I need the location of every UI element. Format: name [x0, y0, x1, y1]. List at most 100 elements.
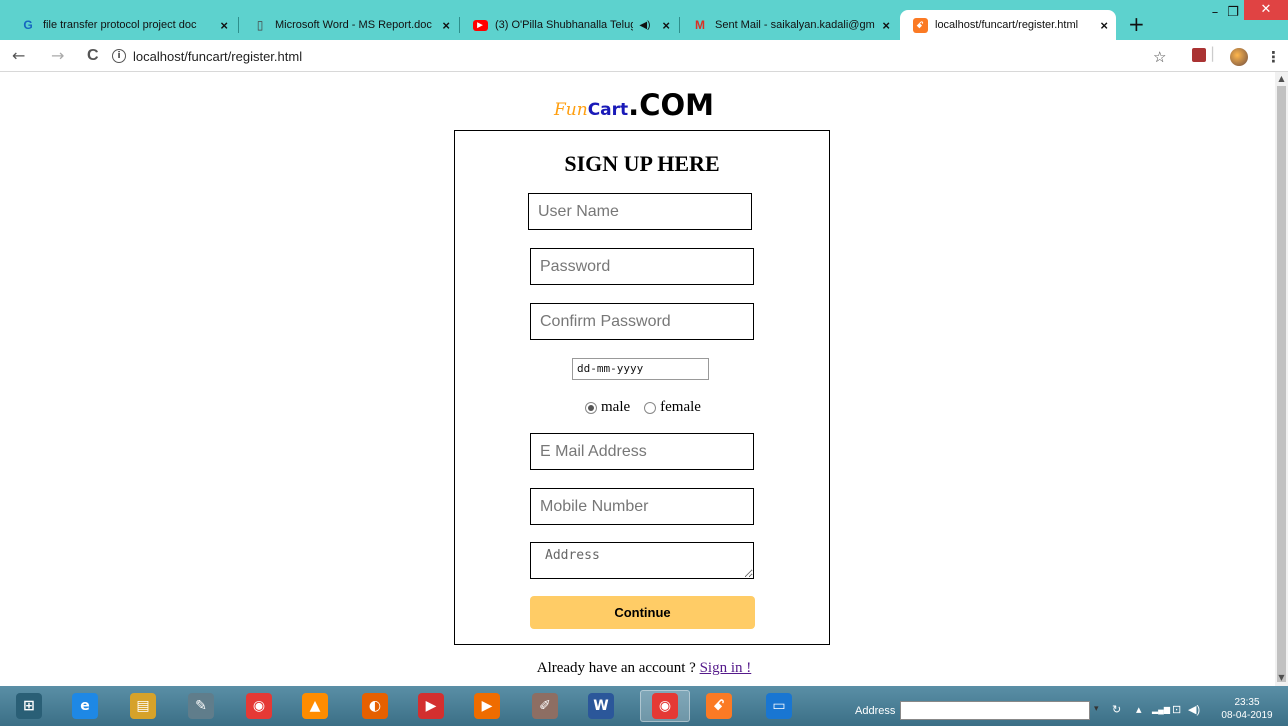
vlc-icon: ▲	[302, 693, 328, 719]
window-close-button[interactable]: ✕	[1244, 0, 1288, 20]
username-input[interactable]	[528, 193, 752, 230]
media-player-icon: ▶	[474, 693, 500, 719]
pdf-extension-icon[interactable]	[1192, 48, 1206, 66]
taskbar-notepad-app-button[interactable]: ✎	[176, 690, 226, 722]
tray-chevron-icon[interactable]: ▴	[1136, 703, 1142, 716]
taskbar-firefox-button[interactable]: ◐	[350, 690, 400, 722]
document-icon: ▯	[256, 18, 264, 32]
taskbar-word-button[interactable]: W	[576, 690, 626, 722]
clock-date: 08-04-2019	[1221, 710, 1273, 721]
gmail-icon: M	[695, 18, 705, 32]
tab-ms-word[interactable]: ▯ Microsoft Word - MS Report.doc ×	[240, 10, 458, 40]
mobile-input[interactable]	[530, 488, 754, 525]
xampp-icon: ꗃ	[912, 17, 928, 33]
taskbar-paint-button[interactable]: ✐	[520, 690, 570, 722]
taskbar-xampp-button[interactable]: ꗃ	[694, 690, 744, 722]
google-icon: G	[23, 18, 33, 32]
taskbar-media-player-button[interactable]: ▶	[462, 690, 512, 722]
taskbar-clock[interactable]: 23:35 08-04-2019	[1214, 696, 1280, 722]
taskbar-file-explorer-button[interactable]: ▤	[118, 690, 168, 722]
address-textarea[interactable]	[530, 542, 754, 579]
gender-label-male: male	[601, 399, 631, 415]
tab-close-icon[interactable]: ×	[1100, 18, 1108, 33]
gender-radio-male[interactable]	[585, 401, 597, 414]
tab-gmail[interactable]: M Sent Mail - saikalyan.kadali@gm ×	[680, 10, 898, 40]
minimize-icon[interactable]: –	[1206, 4, 1224, 22]
windows-start-icon: ⊞	[16, 693, 42, 719]
gender-label-female: female	[660, 399, 701, 415]
date-of-birth-input[interactable]: dd-mm-yyyy	[572, 358, 709, 380]
paint-icon: ✐	[532, 693, 558, 719]
refresh-icon[interactable]: ↻	[1112, 703, 1121, 716]
tab-close-icon[interactable]: ×	[662, 18, 670, 33]
chrome-icon: ◉	[246, 693, 272, 719]
funcart-logo: FunCart.COM	[554, 88, 754, 122]
chrome-active-icon: ◉	[652, 693, 678, 719]
reload-icon[interactable]: C	[87, 46, 99, 66]
tab-separator	[238, 17, 239, 33]
tab-close-icon[interactable]: ×	[442, 18, 450, 33]
info-icon[interactable]: i	[112, 49, 126, 63]
tab-close-icon[interactable]: ×	[882, 18, 890, 33]
signal-icon[interactable]: ▂▄▆	[1152, 705, 1170, 714]
xampp-icon: ꗃ	[706, 693, 732, 719]
tab-youtube[interactable]: ▶ (3) O'Pilla Shubhanalla Telug ◀) ×	[460, 10, 678, 40]
logo-fun-text: Fun	[554, 100, 588, 120]
scrollbar-thumb[interactable]	[1277, 86, 1286, 682]
page-scrollbar[interactable]: ▲ ▼	[1275, 72, 1288, 686]
email-input[interactable]	[530, 433, 754, 470]
file-explorer-icon: ▤	[130, 693, 156, 719]
remote-desktop-icon: ▭	[766, 693, 792, 719]
forward-arrow-icon[interactable]: →	[51, 46, 64, 66]
audio-playing-icon[interactable]: ◀)	[639, 20, 650, 31]
youtube-icon: ▶	[418, 693, 444, 719]
internet-explorer-icon: e	[72, 693, 98, 719]
notepad-app-icon: ✎	[188, 693, 214, 719]
menu-kebab-icon[interactable]: ⋮	[1266, 48, 1281, 66]
gender-radio-group: male female	[585, 399, 715, 416]
volume-icon[interactable]: ◀)	[1188, 703, 1200, 716]
taskbar-address-label: Address	[855, 705, 896, 717]
word-icon: W	[588, 693, 614, 719]
password-input[interactable]	[530, 248, 754, 285]
taskbar-address-input[interactable]	[900, 701, 1090, 720]
tab-title: Sent Mail - saikalyan.kadali@gm	[715, 19, 875, 31]
url-text[interactable]: localhost/funcart/register.html	[133, 49, 302, 64]
taskbar-chrome-button[interactable]: ◉	[234, 690, 284, 722]
taskbar-vlc-button[interactable]: ▲	[290, 690, 340, 722]
scroll-up-arrow-icon[interactable]: ▲	[1275, 74, 1288, 83]
bookmark-star-icon[interactable]: ☆	[1153, 48, 1166, 66]
network-icon[interactable]: ⊡	[1172, 703, 1181, 716]
restore-icon[interactable]: ❐	[1224, 4, 1242, 22]
new-tab-button[interactable]: +	[1128, 14, 1145, 34]
taskbar-youtube-button[interactable]: ▶	[406, 690, 456, 722]
scroll-down-arrow-icon[interactable]: ▼	[1275, 673, 1288, 682]
tab-title: localhost/funcart/register.html	[935, 19, 1079, 31]
logo-cart-text: Cart	[587, 100, 629, 120]
firefox-icon: ◐	[362, 693, 388, 719]
avatar[interactable]	[1230, 48, 1248, 70]
back-arrow-icon[interactable]: ←	[12, 46, 25, 66]
address-bar[interactable]: i localhost/funcart/register.html	[112, 44, 1140, 68]
taskbar-internet-explorer-button[interactable]: e	[60, 690, 110, 722]
clock-time: 23:35	[1234, 697, 1260, 708]
signin-prompt-text: Already have an account ?	[536, 660, 700, 676]
taskbar-remote-desktop-button[interactable]: ▭	[754, 690, 804, 722]
address-dropdown-icon[interactable]: ▾	[1094, 703, 1099, 714]
signin-link[interactable]: Sign in !	[700, 660, 752, 676]
youtube-icon: ▶	[472, 17, 488, 33]
continue-button[interactable]: Continue	[530, 596, 755, 629]
signin-prompt: Already have an account ? Sign in !	[0, 660, 1288, 677]
tab-file-transfer[interactable]: G file transfer protocol project doc ×	[8, 10, 236, 40]
logo-com-text: .COM	[628, 88, 714, 122]
tab-close-icon[interactable]: ×	[220, 18, 228, 33]
confirm-password-input[interactable]	[530, 303, 754, 340]
tab-funcart-register[interactable]: ꗃ localhost/funcart/register.html ×	[900, 10, 1116, 40]
taskbar-chrome-active-button[interactable]: ◉	[640, 690, 690, 722]
tab-title: file transfer protocol project doc	[43, 19, 197, 31]
browser-tab-strip: G file transfer protocol project doc × ▯…	[0, 0, 1288, 40]
tab-title: Microsoft Word - MS Report.doc	[275, 19, 432, 31]
toolbar-divider: |	[1210, 44, 1216, 62]
taskbar-windows-start-button[interactable]: ⊞	[4, 690, 54, 722]
gender-radio-female[interactable]	[644, 401, 657, 414]
